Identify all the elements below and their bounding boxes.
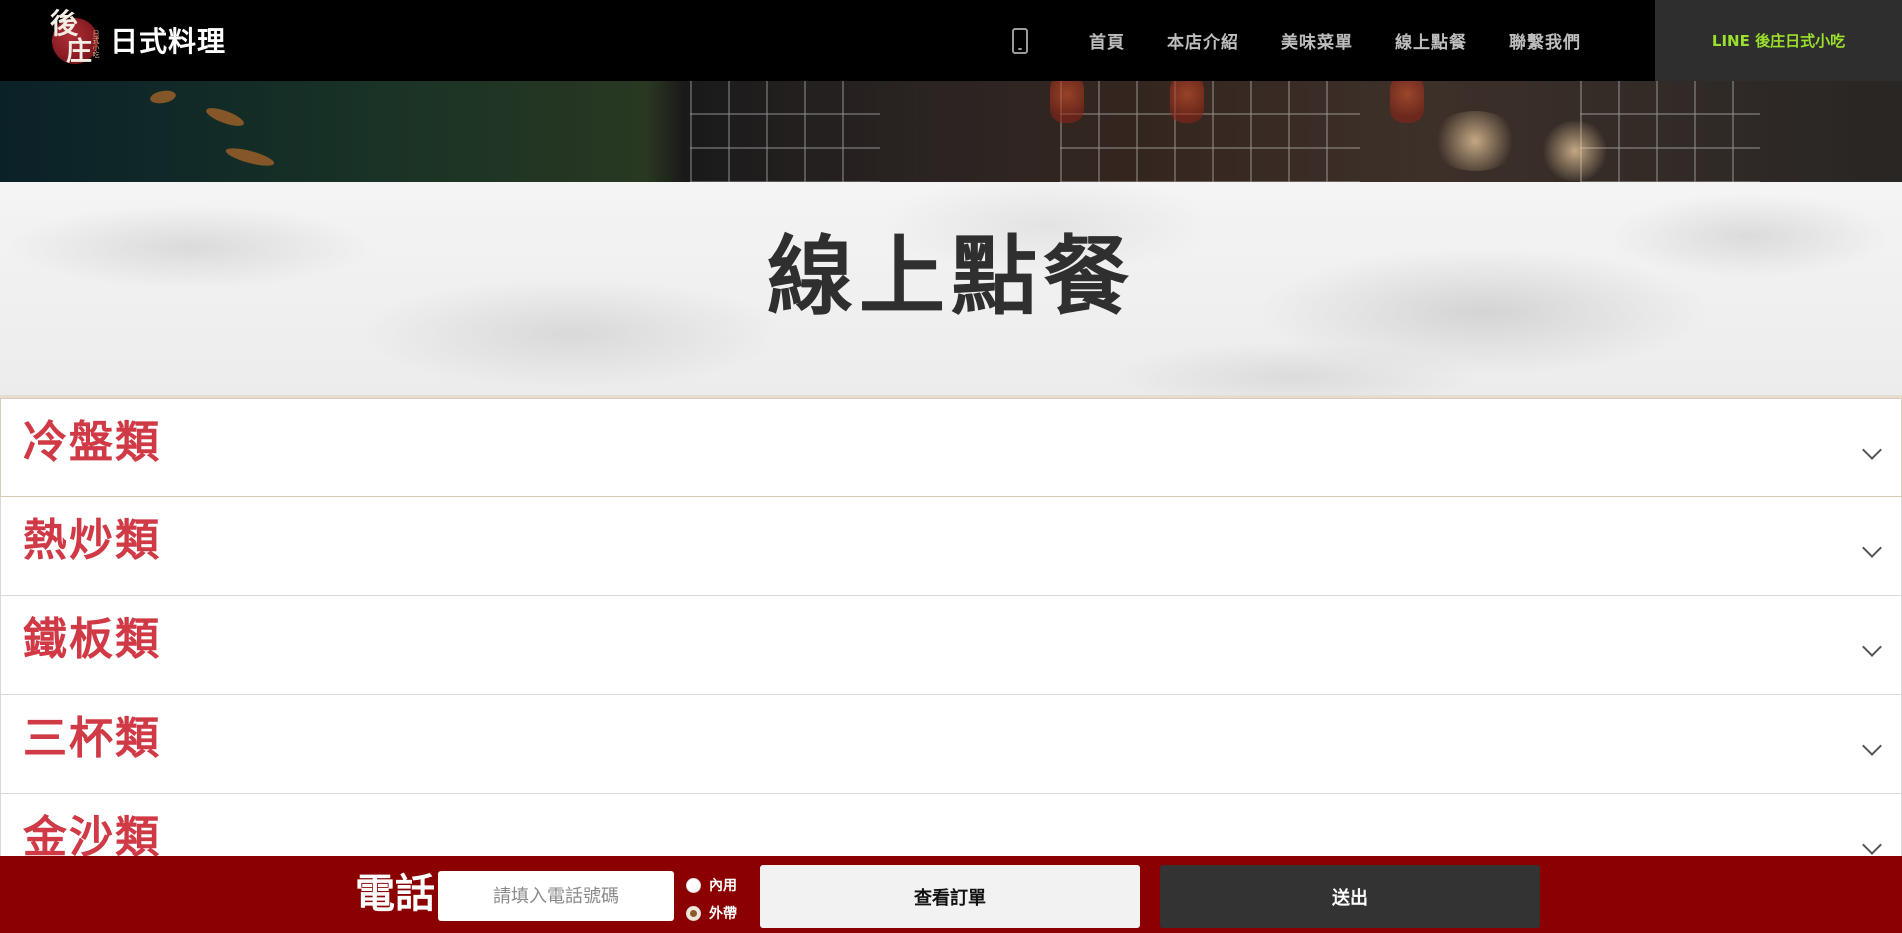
- mobile-phone-icon[interactable]: [1012, 27, 1028, 54]
- chevron-down-icon: [1862, 440, 1882, 460]
- banner-light-glow: [1430, 111, 1520, 171]
- category-label: 三杯類: [23, 713, 161, 764]
- logo-glyph-bottom: 庄: [66, 37, 92, 67]
- takeout-label: 外帶: [709, 906, 737, 922]
- phone-label: 電話: [355, 871, 435, 917]
- nav-link-menu[interactable]: 美味菜單: [1281, 28, 1353, 53]
- banner-lantern-shape: [1050, 81, 1084, 123]
- submit-order-button[interactable]: 送出: [1160, 865, 1540, 928]
- category-label: 熱炒類: [23, 515, 161, 566]
- category-three-cup[interactable]: 三杯類: [0, 695, 1902, 794]
- main-nav: 首頁 本店介紹 美味菜單 線上點餐 聯繫我們: [1012, 0, 1602, 81]
- banner-lantern-shape: [1170, 81, 1204, 123]
- banner-window-shape: [1060, 81, 1360, 182]
- chevron-down-icon: [1862, 538, 1882, 558]
- category-label: 冷盤類: [23, 417, 161, 468]
- banner-window-shape: [1580, 81, 1760, 182]
- nav-link-contact[interactable]: 聯繫我們: [1509, 28, 1581, 53]
- order-bar: 電話 內用 外帶 查看訂單 送出: [0, 856, 1902, 933]
- banner-fish-shape: [149, 88, 177, 106]
- category-teppanyaki[interactable]: 鐵板類: [0, 596, 1902, 695]
- banner-light-glow: [1540, 121, 1610, 181]
- dine-in-label: 內用: [709, 878, 737, 894]
- banner-lantern-shape: [1390, 81, 1424, 123]
- view-order-button[interactable]: 查看訂單: [760, 865, 1140, 928]
- nav-link-about[interactable]: 本店介紹: [1167, 28, 1239, 53]
- category-cold-dishes[interactable]: 冷盤類: [0, 398, 1902, 497]
- phone-input[interactable]: [438, 871, 674, 921]
- nav-link-online-order[interactable]: 線上點餐: [1395, 28, 1467, 53]
- page-title: 線上點餐: [767, 227, 1135, 327]
- logo-small-text: 日式小吃: [92, 30, 100, 58]
- nav-link-home[interactable]: 首頁: [1089, 28, 1125, 53]
- takeout-radio[interactable]: [686, 905, 701, 921]
- banner-image: [0, 81, 1902, 182]
- banner-fish-shape: [204, 104, 246, 130]
- logo-glyph-top: 後: [50, 7, 78, 40]
- site-logo[interactable]: 後 庄 日式小吃 日式料理: [48, 8, 226, 72]
- menu-category-accordion: 冷盤類 熱炒類 鐵板類 三杯類 金沙類: [0, 398, 1902, 893]
- chevron-down-icon: [1862, 637, 1882, 657]
- logo-text: 日式料理: [110, 25, 227, 58]
- dining-option-group: 內用 外帶: [686, 874, 737, 930]
- chevron-down-icon: [1862, 736, 1882, 756]
- logo-seal-icon: 後 庄 日式小吃: [48, 10, 106, 70]
- line-contact-button[interactable]: LINE 後庄日式小吃: [1655, 0, 1902, 81]
- top-navigation-bar: 後 庄 日式小吃 日式料理 首頁 本店介紹 美味菜單 線上點餐 聯繫我們 LIN…: [0, 0, 1902, 81]
- chevron-down-icon: [1862, 835, 1882, 855]
- dine-in-option[interactable]: 內用: [686, 874, 737, 896]
- page-title-section: 線上點餐: [0, 182, 1902, 398]
- banner-fish-shape: [224, 144, 276, 170]
- category-label: 鐵板類: [23, 614, 161, 665]
- banner-window-shape: [690, 81, 880, 182]
- takeout-option[interactable]: 外帶: [686, 902, 737, 924]
- category-stir-fry[interactable]: 熱炒類: [0, 497, 1902, 596]
- dine-in-radio[interactable]: [686, 877, 701, 893]
